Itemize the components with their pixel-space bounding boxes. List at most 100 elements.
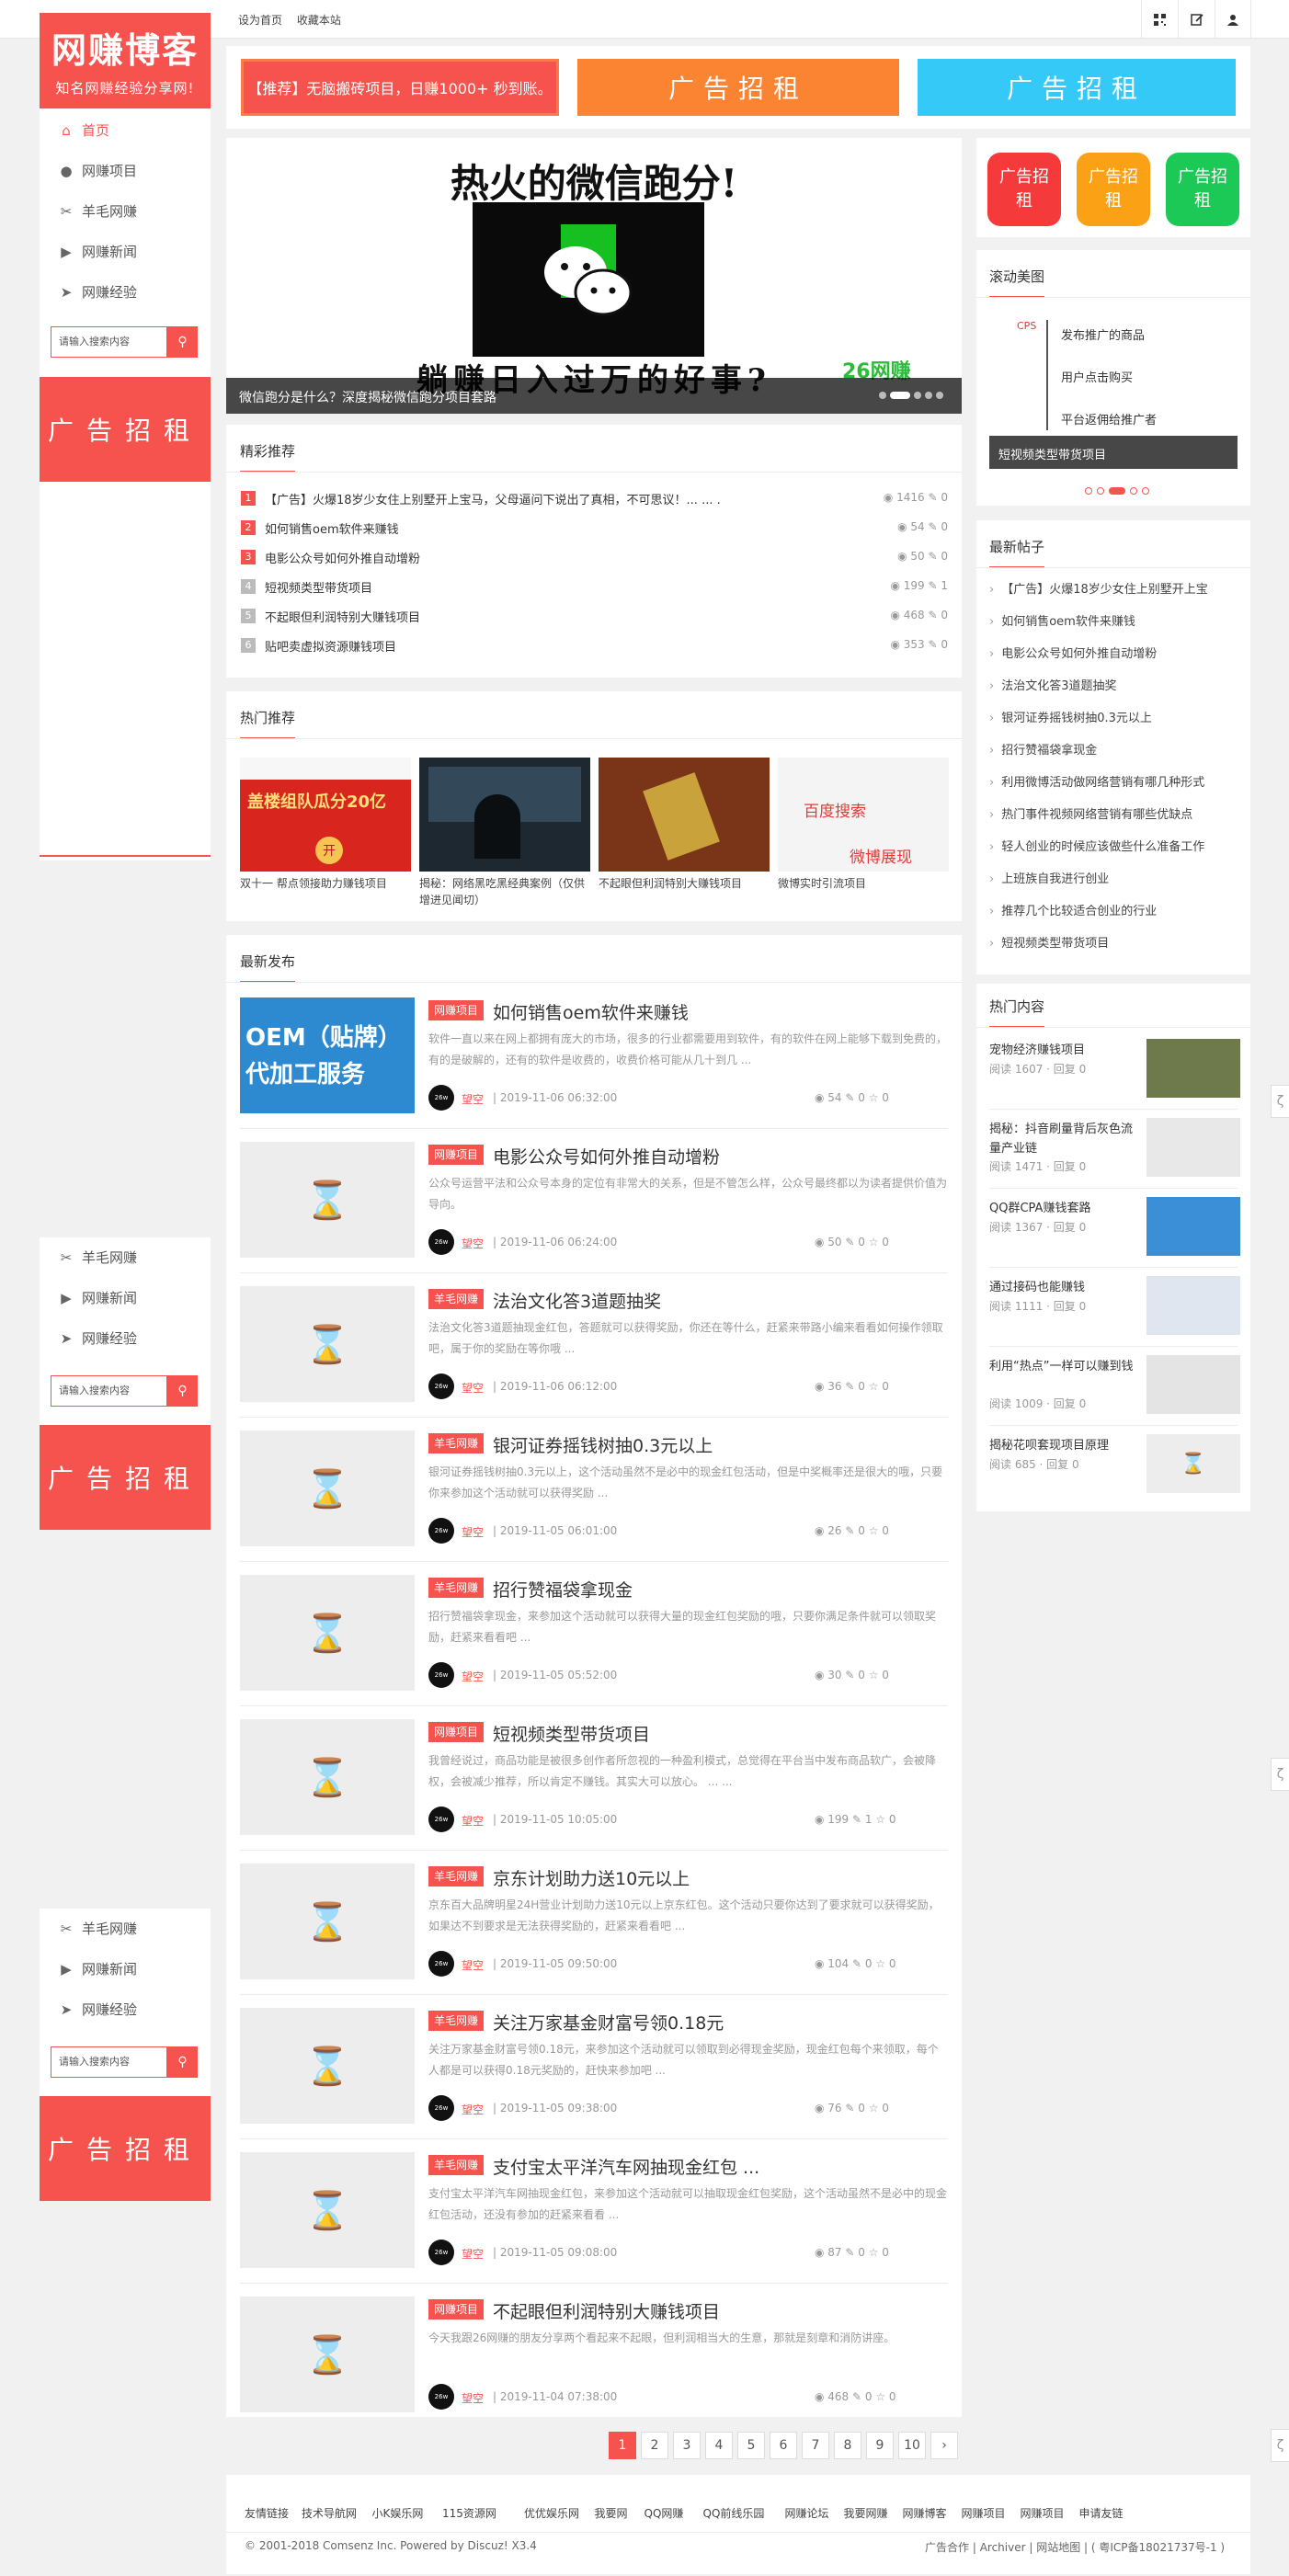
icon-ad-green[interactable]: 广告招租	[1166, 153, 1239, 226]
post-author[interactable]: 望空	[462, 2102, 484, 2117]
post-category-tag[interactable]: 网赚项目	[428, 1145, 485, 1165]
avatar[interactable]: 26w	[428, 2095, 454, 2121]
sidebar-ad[interactable]: 广告招租	[40, 1425, 211, 1530]
post-thumbnail[interactable]: ⌛	[240, 1719, 415, 1835]
avatar[interactable]: 26w	[428, 1807, 454, 1832]
promo-banner[interactable]: 【推荐】无脑搬砖项目，日赚1000+ 秒到账。	[241, 59, 559, 116]
post-author[interactable]: 望空	[462, 2246, 484, 2262]
slider-dot[interactable]	[914, 392, 921, 399]
post-thumbnail[interactable]: ⌛	[240, 1864, 415, 1979]
hot-item-image[interactable]	[599, 758, 770, 872]
post-title[interactable]: 京东计划助力送10元以上	[493, 1865, 690, 1890]
post-author[interactable]: 望空	[462, 1524, 484, 1540]
page-button-5[interactable]: 5	[737, 2432, 765, 2459]
avatar[interactable]: 26w	[428, 1951, 454, 1977]
scroll-dot[interactable]	[1142, 487, 1149, 495]
friend-link[interactable]: 优优娱乐网	[524, 2505, 579, 2521]
friend-link[interactable]: 小K娱乐网	[372, 2505, 424, 2521]
hot-item-image[interactable]: 百度搜索 微博展现	[778, 758, 949, 872]
search-input[interactable]: 请输入搜索内容	[51, 1375, 167, 1407]
recent-post-link[interactable]: › 短视频类型带货项目	[989, 933, 1109, 951]
avatar[interactable]: 26w	[428, 1085, 454, 1111]
hot-content-title[interactable]: 利用“热点”一样可以赚到钱	[989, 1357, 1136, 1376]
post-title[interactable]: 关注万家基金财富号领0.18元	[493, 2010, 724, 2035]
recent-post-link[interactable]: › 电影公众号如何外推自动增粉	[989, 644, 1157, 661]
friend-link[interactable]: 我要网	[595, 2505, 628, 2521]
post-title[interactable]: 招行赞福袋拿现金	[493, 1577, 633, 1601]
page-button-9[interactable]: 9	[866, 2432, 894, 2459]
recent-post-link[interactable]: › 【广告】火爆18岁少女住上别墅开上宝	[989, 579, 1208, 597]
friend-link[interactable]: 技术导航网	[302, 2505, 357, 2521]
post-category-tag[interactable]: 羊毛网赚	[428, 1433, 485, 1453]
recent-post-link[interactable]: › 招行赞福袋拿现金	[989, 740, 1097, 758]
post-thumbnail[interactable]: ⌛	[240, 1575, 415, 1691]
featured-item-link[interactable]: 短视频类型带货项目	[265, 578, 372, 596]
post-thumbnail[interactable]: ⌛	[240, 2152, 415, 2268]
page-button-3[interactable]: 3	[673, 2432, 701, 2459]
featured-item-link[interactable]: 【广告】火爆18岁少女住上别墅开上宝马，父母逼问下说出了真相，不可思议！... …	[265, 490, 721, 507]
sidebar-item-home[interactable]: ⌂ 首页	[40, 110, 211, 151]
icon-ad-red[interactable]: 广告招租	[987, 153, 1061, 226]
friend-link[interactable]: 网赚项目	[962, 2505, 1006, 2521]
sidebar-item-news[interactable]: ▶ 网赚新闻	[40, 232, 211, 272]
post-author[interactable]: 望空	[462, 1091, 484, 1107]
recent-post-link[interactable]: › 轻人创业的时候应该做些什么准备工作	[989, 837, 1204, 854]
sidebar-item-experience[interactable]: ➤ 网赚经验	[40, 1318, 211, 1359]
set-home-link[interactable]: 设为首页	[238, 14, 282, 27]
edit-icon[interactable]	[1178, 0, 1215, 39]
search-icon[interactable]: ⚲	[167, 2046, 198, 2078]
slider-dot[interactable]	[879, 392, 886, 399]
slider-dot-active[interactable]	[890, 392, 910, 399]
hot-item-caption[interactable]: 微博实时引流项目	[778, 875, 949, 892]
avatar[interactable]: 26w	[428, 2240, 454, 2265]
hot-content-title[interactable]: 揭秘花呗套现项目原理	[989, 1436, 1136, 1455]
search-input[interactable]: 请输入搜索内容	[51, 2046, 167, 2078]
slider-dot[interactable]	[936, 392, 943, 399]
post-title[interactable]: 如何销售oem软件来赚钱	[493, 999, 689, 1024]
icon-ad-orange[interactable]: 广告招租	[1077, 153, 1150, 226]
scroll-dot-active[interactable]	[1109, 487, 1125, 495]
hot-content-thumbnail[interactable]	[1146, 1039, 1240, 1098]
scroll-image[interactable]: CPS 发布推广的商品 用户点击购买 平台返佣给推广者 短视频类型带货项目	[989, 311, 1238, 469]
page-button-10[interactable]: 10	[898, 2432, 926, 2459]
side-float-tab[interactable]: ζ	[1271, 2429, 1289, 2462]
page-button-1[interactable]: 1	[609, 2432, 636, 2459]
post-author[interactable]: 望空	[462, 1957, 484, 1973]
hot-content-title[interactable]: 通过接码也能赚钱	[989, 1278, 1136, 1297]
search-icon[interactable]: ⚲	[167, 326, 198, 358]
qrcode-icon[interactable]	[1141, 0, 1178, 39]
page-button-2[interactable]: 2	[641, 2432, 668, 2459]
recent-post-link[interactable]: › 推荐几个比较适合创业的行业	[989, 901, 1157, 918]
hot-content-title[interactable]: 宠物经济赚钱项目	[989, 1041, 1136, 1060]
featured-item-link[interactable]: 贴吧卖虚拟资源赚钱项目	[265, 637, 396, 655]
hot-content-thumbnail[interactable]	[1146, 1118, 1240, 1177]
hot-item-caption[interactable]: 揭秘：网络黑吃黑经典案例（仅供增进见闻切）	[419, 875, 590, 908]
page-button-4[interactable]: 4	[705, 2432, 733, 2459]
post-title[interactable]: 支付宝太平洋汽车网抽现金红包 ...	[493, 2154, 759, 2179]
post-author[interactable]: 望空	[462, 1813, 484, 1829]
post-category-tag[interactable]: 羊毛网赚	[428, 1866, 485, 1886]
hot-content-title[interactable]: 揭秘：抖音刷量背后灰色流量产业链	[989, 1120, 1136, 1158]
post-title[interactable]: 电影公众号如何外推自动增粉	[493, 1144, 720, 1168]
post-author[interactable]: 望空	[462, 2390, 484, 2406]
post-thumbnail[interactable]: ⌛	[240, 2297, 415, 2412]
side-float-tab[interactable]: ζ	[1271, 1085, 1289, 1118]
site-logo[interactable]: 网赚博客 知名网赚经验分享网!	[40, 13, 211, 108]
post-author[interactable]: 望空	[462, 1380, 484, 1396]
hot-item-caption[interactable]: 不起眼但利润特别大赚钱项目	[599, 875, 770, 892]
friend-link[interactable]: 申请友链	[1079, 2505, 1124, 2521]
page-button-next[interactable]: ›	[930, 2432, 958, 2459]
post-category-tag[interactable]: 羊毛网赚	[428, 1289, 485, 1309]
avatar[interactable]: 26w	[428, 2384, 454, 2410]
sidebar-item-news[interactable]: ▶ 网赚新闻	[40, 1949, 211, 1989]
sidebar-ad[interactable]: 广告招租	[40, 2096, 211, 2201]
avatar[interactable]: 26w	[428, 1518, 454, 1544]
post-category-tag[interactable]: 羊毛网赚	[428, 2155, 485, 2175]
post-title[interactable]: 法治文化答3道题抽奖	[493, 1288, 661, 1313]
post-category-tag[interactable]: 网赚项目	[428, 1000, 485, 1020]
post-category-tag[interactable]: 羊毛网赚	[428, 2011, 485, 2031]
ad-banner-blue[interactable]: 广告招租	[918, 59, 1236, 116]
friend-link[interactable]: QQ前线乐园	[703, 2505, 765, 2521]
ad-banner-orange[interactable]: 广告招租	[577, 59, 899, 116]
sidebar-ad[interactable]: 广告招租	[40, 377, 211, 482]
